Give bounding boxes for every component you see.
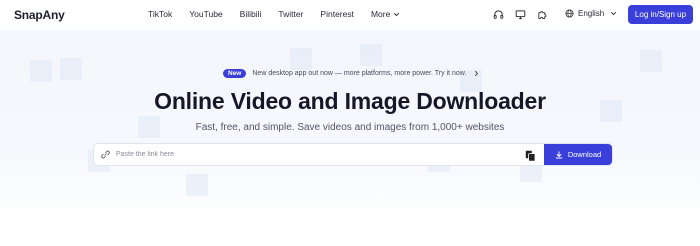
- login-signup-button[interactable]: Log in/Sign up: [628, 5, 693, 24]
- download-button[interactable]: Download: [544, 144, 612, 165]
- nav-link-bilibili[interactable]: Bilibili: [240, 9, 262, 19]
- link-icon: [101, 150, 110, 159]
- background-tile: [360, 44, 382, 66]
- monitor-icon[interactable]: [514, 8, 526, 20]
- background-tile: [60, 58, 82, 80]
- download-icon: [555, 150, 563, 159]
- nav-links: TikTok YouTube Bilibili Twitter Pinteres…: [148, 9, 417, 19]
- new-badge: New: [223, 69, 247, 78]
- top-navbar: SnapAny TikTok YouTube Bilibili Twitter …: [0, 0, 700, 30]
- nav-more-menu[interactable]: More: [371, 9, 400, 19]
- nav-more-label: More: [370, 9, 391, 19]
- nav-link-youtube[interactable]: YouTube: [189, 9, 222, 19]
- chevron-down-icon: [611, 11, 617, 16]
- hero-section: [0, 30, 700, 246]
- url-search-bar: Download: [93, 143, 613, 166]
- language-label: English: [578, 9, 605, 18]
- download-button-label: Download: [567, 150, 602, 159]
- puzzle-icon[interactable]: [536, 8, 548, 20]
- nav-link-pinterest[interactable]: Pinterest: [320, 9, 354, 19]
- background-tile: [186, 174, 208, 196]
- background-tile: [640, 50, 662, 72]
- headphones-icon[interactable]: [492, 8, 504, 20]
- announcement-text: New desktop app out now — more platforms…: [252, 70, 467, 77]
- background-tile: [30, 60, 52, 82]
- paste-clipboard-icon[interactable]: [525, 149, 536, 162]
- site-logo[interactable]: SnapAny: [14, 8, 65, 22]
- nav-icon-group: [492, 8, 548, 20]
- globe-icon: [565, 9, 574, 18]
- chevron-down-icon: [394, 12, 400, 16]
- link-input[interactable]: [116, 145, 496, 164]
- search-field-wrapper: [94, 144, 544, 165]
- nav-link-tiktok[interactable]: TikTok: [148, 9, 172, 19]
- nav-link-twitter[interactable]: Twitter: [278, 9, 303, 19]
- page-title: Online Video and Image Downloader: [154, 88, 546, 114]
- page-subtitle: Fast, free, and simple. Save videos and …: [195, 122, 505, 133]
- language-selector[interactable]: English: [565, 9, 617, 18]
- announcement-banner[interactable]: New New desktop app out now — more platf…: [223, 67, 480, 80]
- chevron-right-icon: [475, 70, 479, 77]
